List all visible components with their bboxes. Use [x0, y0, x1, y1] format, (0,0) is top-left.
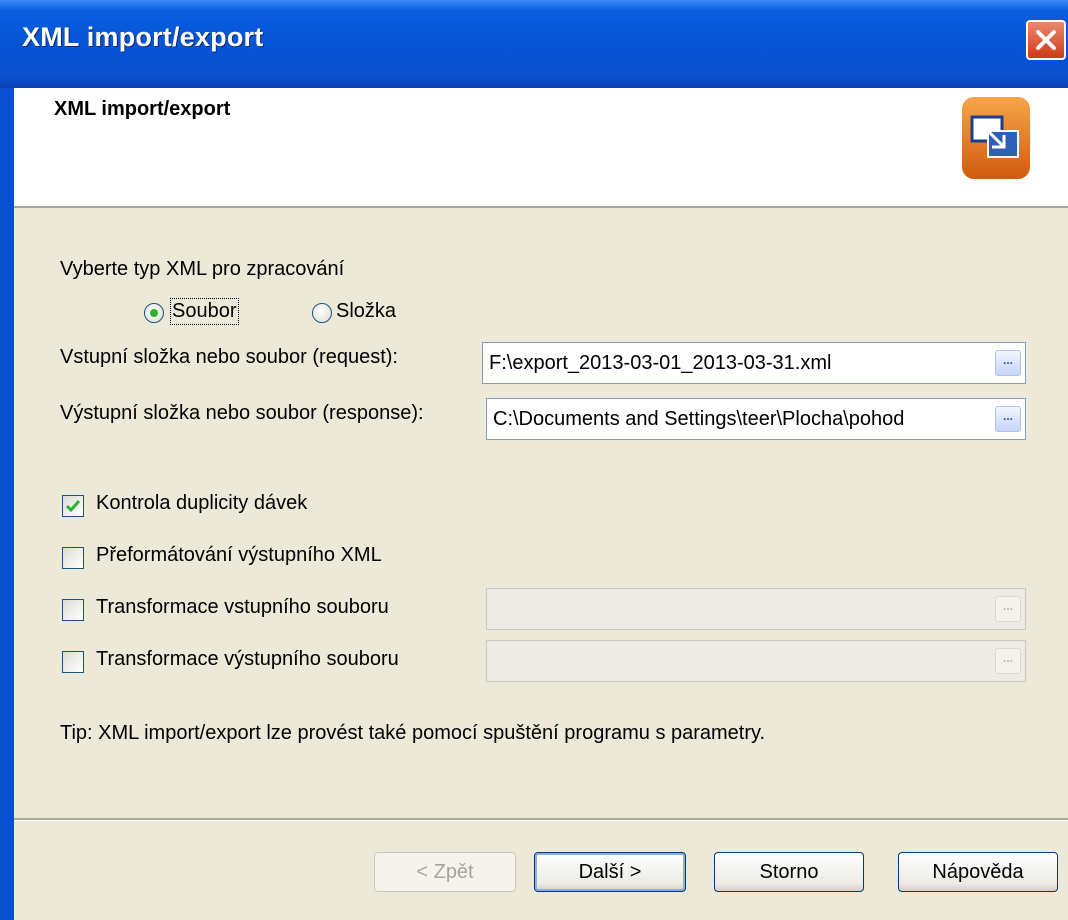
reformat-label: Přeformátování výstupního XML: [96, 544, 382, 566]
type-select-label: Vyberte typ XML pro zpracování: [60, 258, 345, 280]
output-path-value: C:\Documents and Settings\teer\Plocha\po…: [493, 408, 905, 430]
transform-output-label: Transformace výstupního souboru: [96, 648, 399, 670]
back-button[interactable]: < Zpět: [374, 852, 516, 892]
duplicity-label: Kontrola duplicity dávek: [96, 492, 308, 514]
close-icon: [1036, 30, 1056, 50]
transform-output-browse-button[interactable]: ...: [995, 648, 1021, 674]
transform-input-browse-button[interactable]: ...: [995, 596, 1021, 622]
reformat-checkbox[interactable]: [62, 547, 84, 569]
radio-soubor-circle[interactable]: [144, 303, 164, 323]
radio-slozka[interactable]: Složka: [312, 300, 432, 326]
page-title: XML import/export: [54, 98, 231, 120]
output-path-browse-button[interactable]: ...: [995, 406, 1021, 432]
window-title: XML import/export: [22, 22, 264, 52]
radio-soubor[interactable]: Soubor: [144, 298, 264, 326]
xml-transfer-logo-icon: [962, 97, 1030, 179]
option-duplicity-check[interactable]: Kontrola duplicity dávek: [62, 492, 402, 520]
radio-selected-dot: [150, 309, 158, 317]
input-path-field[interactable]: F:\export_2013-03-01_2013-03-31.xml ...: [482, 342, 1026, 384]
input-path-browse-button[interactable]: ...: [995, 350, 1021, 376]
cancel-button[interactable]: Storno: [714, 852, 864, 892]
radio-slozka-label: Složka: [336, 300, 397, 322]
output-path-field[interactable]: C:\Documents and Settings\teer\Plocha\po…: [486, 398, 1026, 440]
tip-text: Tip: XML import/export lze provést také …: [60, 722, 766, 744]
help-button[interactable]: Nápověda: [898, 852, 1058, 892]
close-button[interactable]: [1026, 20, 1066, 60]
option-transform-input[interactable]: Transformace vstupního souboru: [62, 596, 472, 624]
next-button[interactable]: Další >: [534, 852, 686, 892]
transform-output-checkbox[interactable]: [62, 651, 84, 673]
checkmark-icon: [65, 500, 81, 513]
output-path-label: Výstupní složka nebo soubor (response):: [60, 402, 424, 424]
footer-divider: [14, 818, 1068, 821]
window-frame: [0, 88, 14, 920]
transform-input-field[interactable]: ...: [486, 588, 1026, 630]
transform-input-label: Transformace vstupního souboru: [96, 596, 389, 618]
option-reformat-xml[interactable]: Přeformátování výstupního XML: [62, 544, 482, 572]
input-path-label: Vstupní složka nebo soubor (request):: [60, 346, 398, 368]
duplicity-checkbox[interactable]: [62, 495, 84, 517]
input-path-value: F:\export_2013-03-01_2013-03-31.xml: [489, 352, 832, 374]
radio-slozka-circle[interactable]: [312, 303, 332, 323]
transform-input-checkbox[interactable]: [62, 599, 84, 621]
transform-output-field[interactable]: ...: [486, 640, 1026, 682]
radio-soubor-label: Soubor: [170, 298, 239, 325]
option-transform-output[interactable]: Transformace výstupního souboru: [62, 648, 472, 676]
